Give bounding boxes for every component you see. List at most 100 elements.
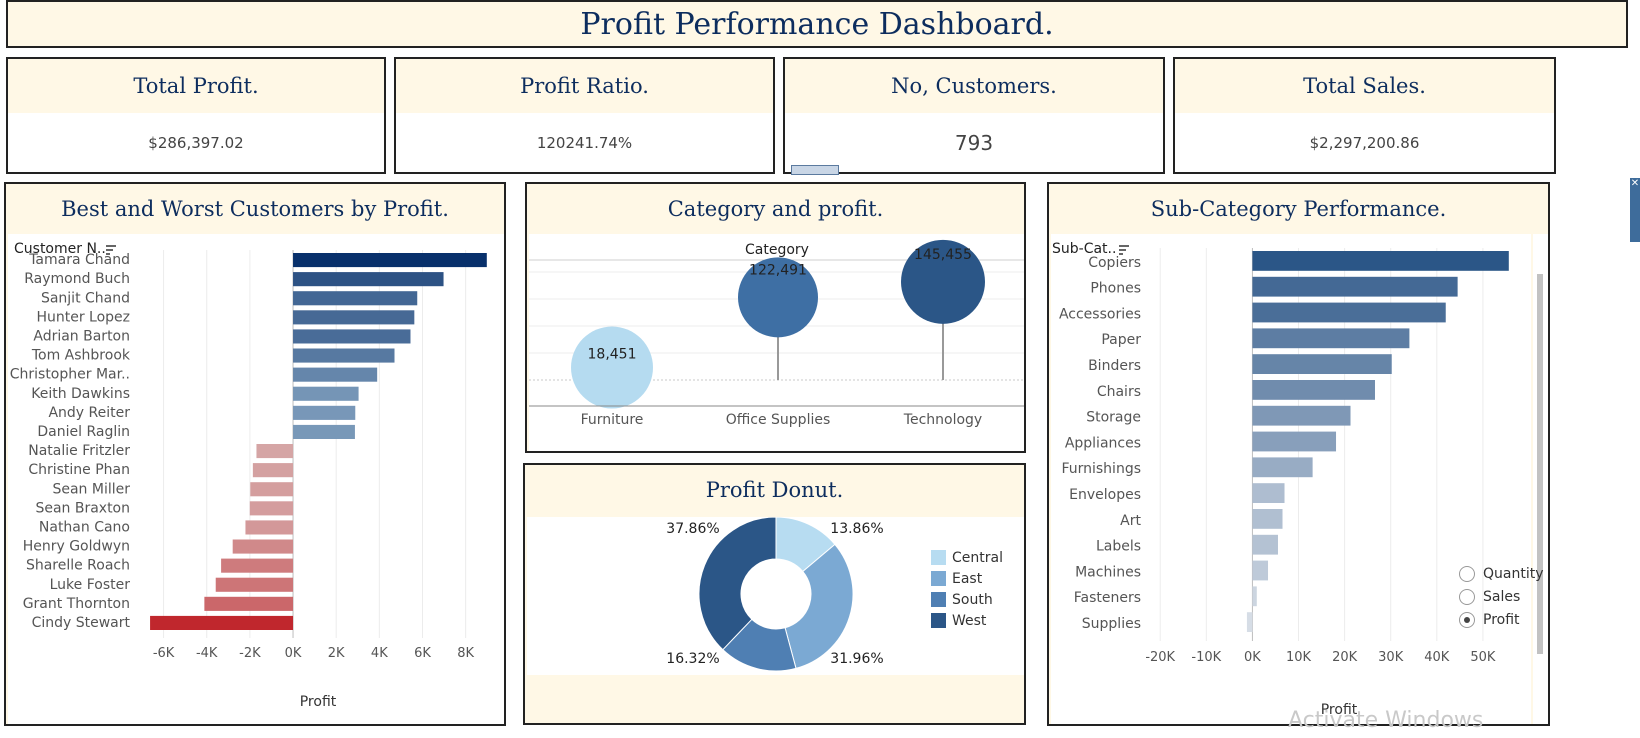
legend-swatch bbox=[931, 571, 946, 586]
subcat-name-label: Envelopes bbox=[1069, 487, 1141, 503]
customer-name-label: Sanjit Chand bbox=[41, 290, 130, 306]
close-side-panel-icon[interactable]: ✕ bbox=[1630, 178, 1640, 242]
category-name-label: Technology bbox=[903, 412, 982, 428]
category-bubble[interactable] bbox=[571, 326, 653, 409]
x-tick-label: -4K bbox=[196, 646, 218, 661]
subcat-bar[interactable] bbox=[1252, 534, 1278, 555]
measure-option-quantity[interactable]: Quantity bbox=[1459, 562, 1544, 585]
customer-bar[interactable] bbox=[293, 310, 415, 325]
customer-bar[interactable] bbox=[293, 329, 411, 344]
customer-name-label: Daniel Raglin bbox=[37, 424, 130, 440]
subcat-panel-title: Sub-Category Performance. bbox=[1150, 197, 1447, 221]
customer-bar[interactable] bbox=[245, 520, 294, 535]
drag-handle[interactable] bbox=[791, 165, 839, 175]
subcat-name-label: Supplies bbox=[1082, 616, 1141, 632]
customer-bar[interactable] bbox=[293, 367, 378, 382]
category-panel: Category and profit. Category 18,451 122,… bbox=[525, 182, 1026, 453]
customer-name-label: Adrian Barton bbox=[33, 329, 130, 345]
legend-label: East bbox=[952, 570, 983, 587]
donut-percent-label: 31.96% bbox=[830, 651, 883, 667]
donut-panel: Profit Donut. 13.86% 31.96% 16.32% 37.86% C… bbox=[523, 463, 1026, 725]
customer-bar[interactable] bbox=[204, 596, 294, 611]
customer-bar[interactable] bbox=[250, 482, 294, 497]
customer-name-label: Sean Miller bbox=[52, 481, 130, 497]
legend-item-west[interactable]: West bbox=[931, 610, 1003, 631]
legend-swatch bbox=[931, 592, 946, 607]
category-value-label: 18,451 bbox=[588, 347, 637, 363]
subcat-name-label: Machines bbox=[1075, 564, 1141, 580]
customer-bar[interactable] bbox=[215, 577, 294, 592]
subcat-name-label: Fasteners bbox=[1074, 590, 1141, 606]
customer-bar[interactable] bbox=[256, 444, 294, 459]
subcat-bar[interactable] bbox=[1252, 302, 1446, 323]
customer-bar[interactable] bbox=[293, 424, 355, 439]
legend-item-south[interactable]: South bbox=[931, 589, 1003, 610]
x-tick-label: -6K bbox=[153, 646, 175, 661]
legend-item-central[interactable]: Central bbox=[931, 547, 1003, 568]
subcat-bar[interactable] bbox=[1252, 251, 1509, 271]
subcat-bar-chart[interactable]: Sub-Cat.. CopiersPhonesAccessoriesPaperB… bbox=[1051, 234, 1531, 724]
x-tick-label: 4K bbox=[371, 646, 388, 661]
customer-name-label: Sean Braxton bbox=[35, 500, 130, 516]
customer-bar[interactable] bbox=[249, 501, 294, 516]
x-tick-label: 50K bbox=[1470, 650, 1496, 665]
measure-option-profit[interactable]: Profit bbox=[1459, 608, 1544, 631]
customer-bar[interactable] bbox=[293, 348, 395, 363]
customer-bar[interactable] bbox=[293, 253, 487, 268]
subcat-bar[interactable] bbox=[1252, 405, 1351, 426]
customer-bar[interactable] bbox=[150, 615, 294, 630]
customer-bar[interactable] bbox=[293, 291, 418, 306]
radio-selected-icon[interactable] bbox=[1459, 611, 1475, 628]
legend-label: Central bbox=[952, 549, 1003, 566]
customer-name-label: Cindy Stewart bbox=[32, 615, 131, 631]
radio-icon[interactable] bbox=[1459, 588, 1475, 605]
subcat-bar[interactable] bbox=[1246, 612, 1253, 632]
category-lollipop-chart[interactable]: Category 18,451 122,491 145,455 Furniture O… bbox=[529, 234, 1024, 451]
customer-bar[interactable] bbox=[252, 463, 294, 478]
customers-bar-chart[interactable]: Customer N.. Tamara ChandRaymond BuchSan… bbox=[8, 234, 504, 724]
subcat-bar[interactable] bbox=[1252, 431, 1337, 452]
legend-item-east[interactable]: East bbox=[931, 568, 1003, 589]
customer-name-label: Andy Reiter bbox=[48, 405, 130, 421]
legend-label: South bbox=[952, 591, 993, 608]
subcat-name-label: Furnishings bbox=[1061, 461, 1141, 477]
subcat-bar[interactable] bbox=[1252, 328, 1410, 349]
measure-option-label: Quantity bbox=[1483, 565, 1544, 582]
subcat-bar[interactable] bbox=[1252, 380, 1375, 400]
measure-option-label: Profit bbox=[1483, 611, 1520, 628]
x-tick-label: 40K bbox=[1424, 650, 1450, 665]
x-tick-label: -2K bbox=[239, 646, 261, 661]
kpi-value: $2,297,200.86 bbox=[1309, 133, 1420, 152]
customer-name-label: Keith Dawkins bbox=[31, 386, 130, 402]
measure-option-sales[interactable]: Sales bbox=[1459, 585, 1544, 608]
subcat-bar[interactable] bbox=[1252, 354, 1392, 374]
customer-bar[interactable] bbox=[221, 558, 294, 573]
subcat-bar[interactable] bbox=[1252, 276, 1458, 297]
subcat-bar[interactable] bbox=[1252, 483, 1285, 503]
customer-bar[interactable] bbox=[293, 272, 444, 287]
customer-name-label: Luke Foster bbox=[50, 577, 131, 593]
customer-name-label: Christopher Mar.. bbox=[10, 367, 130, 383]
category-value-label: 122,491 bbox=[749, 262, 807, 278]
subcat-bar[interactable] bbox=[1252, 509, 1283, 529]
customer-bar[interactable] bbox=[232, 539, 294, 554]
dashboard-title: Profit Performance Dashboard. bbox=[580, 6, 1054, 42]
customer-bar[interactable] bbox=[293, 386, 359, 401]
subcat-name-label: Chairs bbox=[1097, 384, 1141, 400]
customer-name-label: Raymond Buch bbox=[24, 271, 130, 287]
category-name-label: Office Supplies bbox=[726, 412, 831, 428]
customer-bar[interactable] bbox=[293, 405, 356, 420]
subcat-bar[interactable] bbox=[1252, 457, 1313, 478]
category-name-label: Furniture bbox=[581, 412, 644, 428]
subcat-bar[interactable] bbox=[1252, 560, 1269, 581]
donut-panel-title: Profit Donut. bbox=[705, 478, 844, 502]
subcat-bar[interactable] bbox=[1252, 586, 1257, 607]
donut-percent-label: 16.32% bbox=[666, 651, 719, 667]
subcat-scroll-track[interactable] bbox=[1533, 234, 1548, 724]
subcat-name-label: Appliances bbox=[1065, 435, 1141, 451]
measure-option-label: Sales bbox=[1483, 588, 1521, 605]
customer-name-label: Grant Thornton bbox=[23, 596, 130, 612]
radio-icon[interactable] bbox=[1459, 565, 1475, 582]
x-tick-label: -20K bbox=[1145, 650, 1175, 665]
sort-icon[interactable] bbox=[1119, 245, 1129, 255]
